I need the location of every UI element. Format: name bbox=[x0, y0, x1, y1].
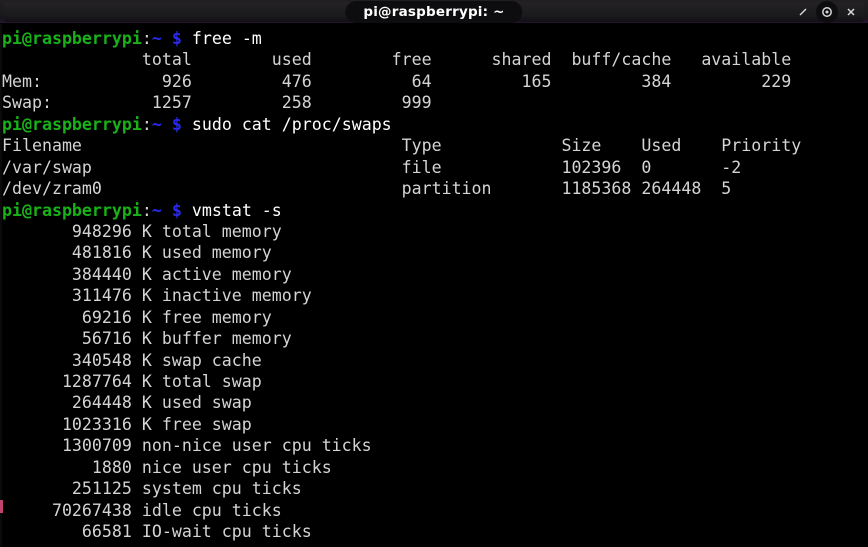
command-text: vmstat -s bbox=[181, 200, 282, 220]
prompt-user-host: pi@raspberrypi bbox=[2, 29, 142, 48]
output-line-2-10: 1300709 non-nice user cpu ticks bbox=[2, 436, 372, 456]
output-line-2-14: 66581 IO-wait cpu ticks bbox=[2, 522, 312, 542]
output-line-1-2: /dev/zram0 partition 1185368 264448 5 bbox=[2, 179, 732, 199]
output-line-2-0: 948296 K total memory bbox=[2, 221, 282, 241]
output-line-2-5: 56716 K buffer memory bbox=[2, 329, 292, 349]
close-button[interactable] bbox=[840, 1, 862, 23]
terminal-screen: pi@raspberrypi:~ $ free -m total used fr… bbox=[2, 28, 801, 543]
maximize-button[interactable] bbox=[816, 1, 838, 23]
output-line-0-1: Mem: 926 476 64 165 384 229 bbox=[2, 71, 792, 91]
prompt-line-0: pi@raspberrypi:~ $ free -m bbox=[2, 28, 801, 49]
output-line-0-0: total used free shared buff/cache availa… bbox=[2, 50, 792, 70]
prompt-line-1: pi@raspberrypi:~ $ sudo cat /proc/swaps bbox=[2, 114, 801, 135]
output-line-2-3: 311476 K inactive memory bbox=[2, 286, 312, 306]
output-line-2-12: 251125 system cpu ticks bbox=[2, 479, 302, 499]
prompt-symbol: $ bbox=[171, 29, 182, 48]
window-title: pi@raspberrypi: ~ bbox=[345, 1, 523, 23]
title-bar: pi@raspberrypi: ~ bbox=[0, 0, 868, 24]
prompt-colon: : bbox=[141, 114, 152, 134]
output-line-2-8: 264448 K used swap bbox=[2, 393, 252, 413]
prompt-user-host: pi@raspberrypi bbox=[2, 114, 142, 134]
output-line-0-2: Swap: 1257 258 999 bbox=[2, 93, 432, 113]
output-line-2-6: 340548 K swap cache bbox=[2, 350, 262, 370]
prompt-colon: : bbox=[141, 29, 152, 48]
output-line-1-1: /var/swap file 102396 0 -2 bbox=[2, 157, 742, 177]
output-line-2-13: 70267438 idle cpu ticks bbox=[2, 500, 282, 520]
command-text: free -m bbox=[181, 29, 262, 48]
prompt-line-2: pi@raspberrypi:~ $ vmstat -s bbox=[2, 200, 801, 221]
output-line-2-9: 1023316 K free swap bbox=[2, 414, 252, 434]
minimize-button[interactable] bbox=[792, 1, 814, 23]
window-controls bbox=[792, 0, 862, 24]
output-line-2-2: 384440 K active memory bbox=[2, 264, 292, 284]
output-line-2-4: 69216 K free memory bbox=[2, 307, 272, 327]
output-line-2-11: 1880 nice user cpu ticks bbox=[2, 457, 332, 477]
output-line-2-7: 1287764 K total swap bbox=[2, 372, 262, 391]
prompt-symbol: $ bbox=[171, 200, 182, 220]
prompt-path: ~ bbox=[151, 29, 162, 48]
prompt-user-host: pi@raspberrypi bbox=[2, 200, 142, 220]
prompt-path: ~ bbox=[151, 200, 162, 220]
terminal-window: pi@raspberrypi: ~ pi@raspberrypi:~ $ fre… bbox=[0, 0, 868, 547]
output-line-2-1: 481816 K used memory bbox=[2, 243, 272, 263]
command-text: sudo cat /proc/swaps bbox=[181, 114, 392, 134]
terminal-body[interactable]: pi@raspberrypi:~ $ free -m total used fr… bbox=[0, 24, 868, 547]
output-line-1-0: Filename Type Size Used Priority bbox=[2, 136, 802, 156]
prompt-symbol: $ bbox=[171, 114, 182, 134]
prompt-colon: : bbox=[141, 200, 152, 220]
prompt-path: ~ bbox=[151, 114, 162, 134]
